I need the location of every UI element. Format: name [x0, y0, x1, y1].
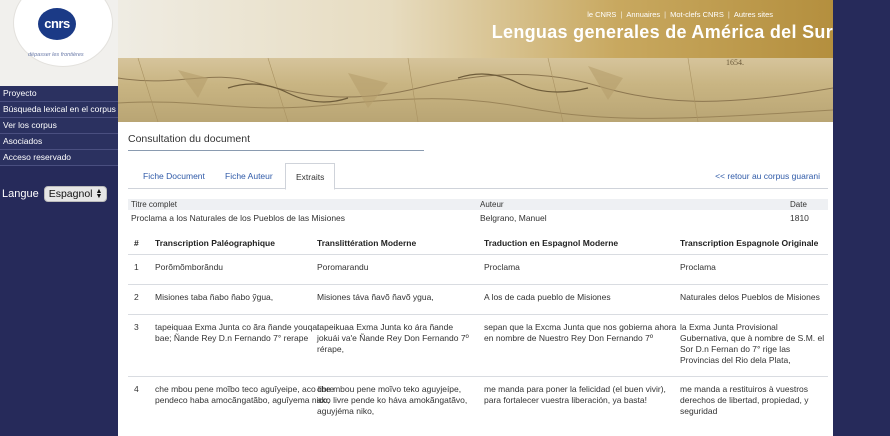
table-row: 3 tapeiquaa Exma Junta co ãra ñande youq… [128, 315, 828, 377]
cell-traduction: me manda para poner la felicidad (el bue… [484, 384, 666, 405]
cell-paleographique: tapeiquaa Exma Junta co ãra ñande youqai… [155, 322, 319, 343]
language-value: Espagnol [48, 188, 93, 200]
meta-header-row: Titre complet Auteur Date [128, 199, 828, 210]
logo-tagline: dépasser les frontières [28, 52, 84, 58]
row-number: 2 [134, 292, 139, 302]
table-row: 1 Porõmõmborãndu Poromarandu Proclama Pr… [128, 255, 828, 285]
tab-fiche-auteur[interactable]: Fiche Auteur [225, 171, 273, 181]
cell-originale: Naturales delos Pueblos de Misiones [680, 292, 820, 302]
link-mot-clefs[interactable]: Mot-clefs CNRS [670, 10, 724, 19]
sidebar-item-proyecto[interactable]: Proyecto [0, 86, 118, 102]
column-header-moderne: Translittération Moderne [317, 238, 417, 248]
cell-traduction: Proclama [484, 262, 520, 272]
cell-originale: la Exma Junta Provisional Gubernativa, q… [680, 322, 825, 365]
tab-bar: Fiche Document Fiche Auteur Extraits << … [128, 163, 828, 190]
link-separator: | [620, 10, 623, 19]
map-illustration [118, 58, 833, 122]
sidebar-item-asociados[interactable]: Asociados [0, 134, 118, 150]
tab-fiche-document[interactable]: Fiche Document [143, 171, 205, 181]
page-title: Consultation du document [128, 133, 250, 145]
map-number: 1654. [726, 58, 744, 67]
sidebar-item-busqueda[interactable]: Búsqueda lexical en el corpus [0, 102, 118, 118]
link-separator: | [727, 10, 730, 19]
language-select[interactable]: Espagnol ▲ ▼ [43, 186, 108, 202]
row-number: 1 [134, 262, 139, 272]
site-title: Lenguas generales de América del Sur [491, 22, 833, 42]
column-header-number: # [134, 238, 139, 248]
cell-originale: Proclama [680, 262, 716, 272]
back-to-corpus-link[interactable]: << retour au corpus guarani [715, 171, 820, 181]
sidebar-nav: Proyecto Búsqueda lexical en el corpus V… [0, 86, 118, 166]
cell-moderne: che mbou pene moĩvo teko aguyjeípe, ako … [317, 384, 468, 416]
cell-moderne: tapeikuaa Exma Junta ko ára ñande jokuái… [317, 322, 469, 354]
column-header-paleographique: Transcription Paléographique [155, 238, 275, 248]
cell-traduction: sepan que la Excma Junta que nos gobiern… [484, 322, 677, 343]
cell-traduction: A los de cada pueblo de Misiones [484, 292, 611, 302]
cell-paleographique: che mbou pene moĩbo teco aguîyeipe, aco … [155, 384, 335, 405]
meta-date-header: Date [790, 200, 807, 209]
main-content: Consultation du document Fiche Document … [118, 122, 833, 436]
cell-moderne: Poromarandu [317, 262, 369, 272]
document-meta: Titre complet Auteur Date Proclama a los… [128, 199, 828, 224]
link-le-cnrs[interactable]: le CNRS [587, 10, 616, 19]
extracts-table: # Transcription Paléographique Translitt… [128, 235, 828, 427]
language-switcher: Langue Espagnol ▲ ▼ [2, 186, 108, 202]
right-margin [833, 0, 890, 436]
cell-moderne: Misiones táva ñavõ ñavõ ygua, [317, 292, 434, 302]
logo-area: cnrs dépasser les frontières [0, 0, 118, 86]
link-autres-sites[interactable]: Autres sites [734, 10, 773, 19]
meta-author-header: Auteur [480, 200, 504, 209]
cnrs-logo: cnrs [38, 8, 76, 40]
cell-paleographique: Porõmõmborãndu [155, 262, 224, 272]
tab-extraits[interactable]: Extraits [285, 163, 336, 190]
column-header-originale: Transcription Espagnole Originale [680, 238, 819, 248]
link-separator: | [664, 10, 667, 19]
cell-originale: me manda a restituiros à vuestros derech… [680, 384, 809, 416]
sidebar-item-corpus[interactable]: Ver los corpus [0, 118, 118, 134]
meta-author-value: Belgrano, Manuel [480, 213, 547, 223]
table-row: 4 che mbou pene moĩbo teco aguîyeipe, ac… [128, 377, 828, 427]
page: cnrs dépasser les frontières Proyecto Bú… [0, 0, 890, 436]
top-links: le CNRS | Annuaires | Mot-clefs CNRS | A… [587, 10, 773, 19]
select-arrows-icon: ▲ ▼ [95, 188, 103, 200]
row-number: 4 [134, 384, 139, 394]
meta-value-row: Proclama a los Naturales de los Pueblos … [128, 210, 828, 224]
row-number: 3 [134, 322, 139, 332]
map-banner: 1654. [118, 58, 833, 122]
table-header: # Transcription Paléographique Translitt… [128, 235, 828, 255]
meta-title-value: Proclama a los Naturales de los Pueblos … [131, 213, 346, 223]
meta-title-header: Titre complet [131, 200, 177, 209]
language-label: Langue [2, 188, 39, 200]
left-sidebar: cnrs dépasser les frontières Proyecto Bú… [0, 0, 118, 436]
link-annuaires[interactable]: Annuaires [626, 10, 660, 19]
table-row: 2 Misiones taba ñabo ñabo ỹgua, Misiones… [128, 285, 828, 315]
column-header-traduction: Traduction en Espagnol Moderne [484, 238, 619, 248]
meta-date-value: 1810 [790, 213, 809, 223]
site-header: le CNRS | Annuaires | Mot-clefs CNRS | A… [118, 0, 833, 58]
sidebar-item-acceso[interactable]: Acceso reservado [0, 150, 118, 166]
cell-paleographique: Misiones taba ñabo ñabo ỹgua, [155, 292, 274, 302]
title-underline [128, 150, 424, 151]
